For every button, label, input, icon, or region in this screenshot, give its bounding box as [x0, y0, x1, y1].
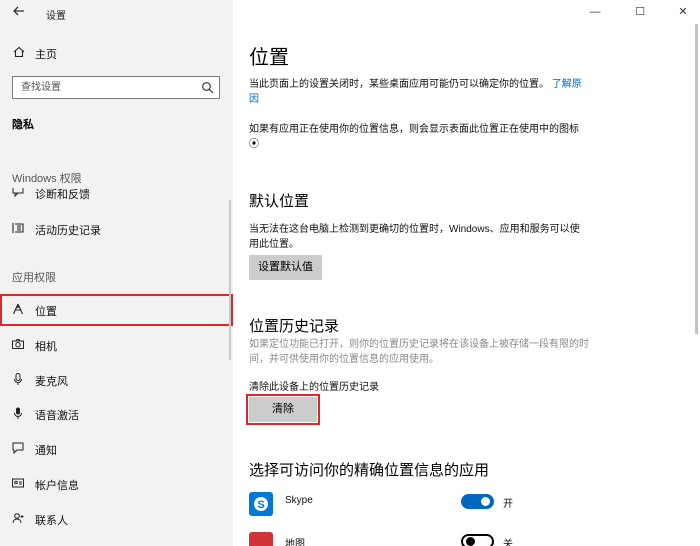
camera-icon [12, 339, 24, 349]
location-indicator-icon: ⦿ [249, 139, 259, 150]
search-box[interactable] [12, 76, 220, 99]
app-name: Skype [285, 495, 313, 506]
sidebar-item-label: 帐户信息 [35, 480, 79, 492]
sidebar-item-notifications[interactable]: 通知 [0, 433, 233, 465]
account-info-icon [12, 478, 24, 488]
activity-history-icon [12, 223, 24, 233]
app-access-heading: 选择可访问你的精确位置信息的应用 [249, 462, 490, 479]
back-button[interactable] [10, 4, 28, 22]
app-row-maps: 地图 关 [249, 532, 519, 546]
sidebar-item-label: 麦克风 [35, 376, 68, 388]
sidebar-item-microphone[interactable]: 麦克风 [0, 364, 233, 396]
indicator-text: 如果有应用正在使用你的位置信息，则会显示表面此位置正在使用中的图标 ⦿ [249, 122, 589, 152]
section-title: 隐私 [12, 119, 34, 131]
voice-activation-icon [14, 407, 22, 419]
sidebar-item-label: 相机 [35, 341, 57, 353]
sidebar-item-home[interactable]: 主页 [0, 42, 233, 64]
search-input[interactable] [13, 77, 198, 98]
sidebar-item-label: 主页 [35, 49, 57, 61]
location-history-heading: 位置历史记录 [249, 318, 340, 335]
sidebar-item-location[interactable]: 位置 [0, 294, 233, 326]
sidebar-item-label: 语音激活 [35, 410, 79, 422]
default-location-heading: 默认位置 [249, 193, 310, 210]
clear-history-button[interactable]: 清除 [246, 394, 320, 425]
sidebar-item-voice-activation[interactable]: 语音激活 [0, 398, 233, 430]
sidebar-item-account-info[interactable]: 帐户信息 [0, 468, 233, 500]
app-name: 地图 [285, 539, 305, 546]
toggle-state-label: 开 [503, 499, 513, 510]
contacts-icon [12, 513, 24, 524]
svg-text:S: S [257, 499, 264, 511]
app-row-skype: S Skype 开 [249, 492, 519, 520]
sidebar-scrollbar[interactable] [229, 200, 231, 360]
intro-description: 当此页面上的设置关闭时，某些桌面应用可能仍可以确定你的位置。 [249, 79, 549, 90]
skype-location-toggle[interactable] [461, 494, 494, 509]
clear-history-label: 清除此设备上的位置历史记录 [249, 382, 379, 393]
skype-icon: S [249, 492, 273, 516]
search-icon[interactable] [201, 81, 214, 94]
sidebar-item-camera[interactable]: 相机 [0, 329, 233, 361]
main-content: 位置 当此页面上的设置关闭时，某些桌面应用可能仍可以确定你的位置。 了解原因 如… [233, 0, 700, 546]
feedback-icon [12, 188, 24, 198]
intro-text: 当此页面上的设置关闭时，某些桌面应用可能仍可以确定你的位置。 了解原因 [249, 77, 589, 107]
toggle-state-label: 关 [503, 539, 513, 546]
location-history-description: 如果定位功能已打开，则你的位置历史记录将在该设备上被存储一段有限的时间，并可供使… [249, 339, 589, 365]
toggle-knob [466, 537, 475, 546]
sidebar-item-label: 活动历史记录 [35, 225, 101, 237]
maps-location-toggle[interactable] [461, 534, 494, 546]
sidebar-item-label: 诊断和反馈 [35, 189, 90, 201]
microphone-icon [14, 373, 22, 385]
sidebar-item-feedback[interactable]: 诊断和反馈 [0, 188, 233, 204]
app-title: 设置 [46, 11, 66, 22]
arrow-left-icon [13, 6, 24, 16]
home-icon [13, 46, 25, 58]
toggle-knob [481, 497, 490, 506]
sidebar-item-label: 位置 [35, 306, 57, 318]
set-default-button[interactable]: 设置默认值 [249, 255, 322, 280]
sidebar-item-label: 联系人 [35, 515, 68, 527]
notification-icon [12, 442, 24, 455]
sidebar-item-contacts[interactable]: 联系人 [0, 503, 233, 535]
default-location-description: 当无法在这台电脑上检测到更确切的位置时，Windows、应用和服务可以使用此位置… [249, 224, 580, 250]
group-label-windows: Windows 权限 [12, 173, 82, 185]
location-icon [12, 303, 24, 315]
group-label-app-permissions: 应用权限 [12, 272, 56, 284]
title-bar: 设置 [0, 0, 233, 26]
maps-icon [249, 532, 273, 546]
main-scrollbar[interactable] [695, 24, 698, 334]
page-title: 位置 [249, 47, 289, 69]
sidebar: 设置 主页 隐私 Windows 权限 诊断和反馈 活动历史记录 应用权限 位置… [0, 0, 233, 546]
sidebar-item-label: 通知 [35, 445, 57, 457]
sidebar-item-activity-history[interactable]: 活动历史记录 [0, 213, 233, 245]
indicator-description: 如果有应用正在使用你的位置信息，则会显示表面此位置正在使用中的图标 [249, 124, 579, 135]
